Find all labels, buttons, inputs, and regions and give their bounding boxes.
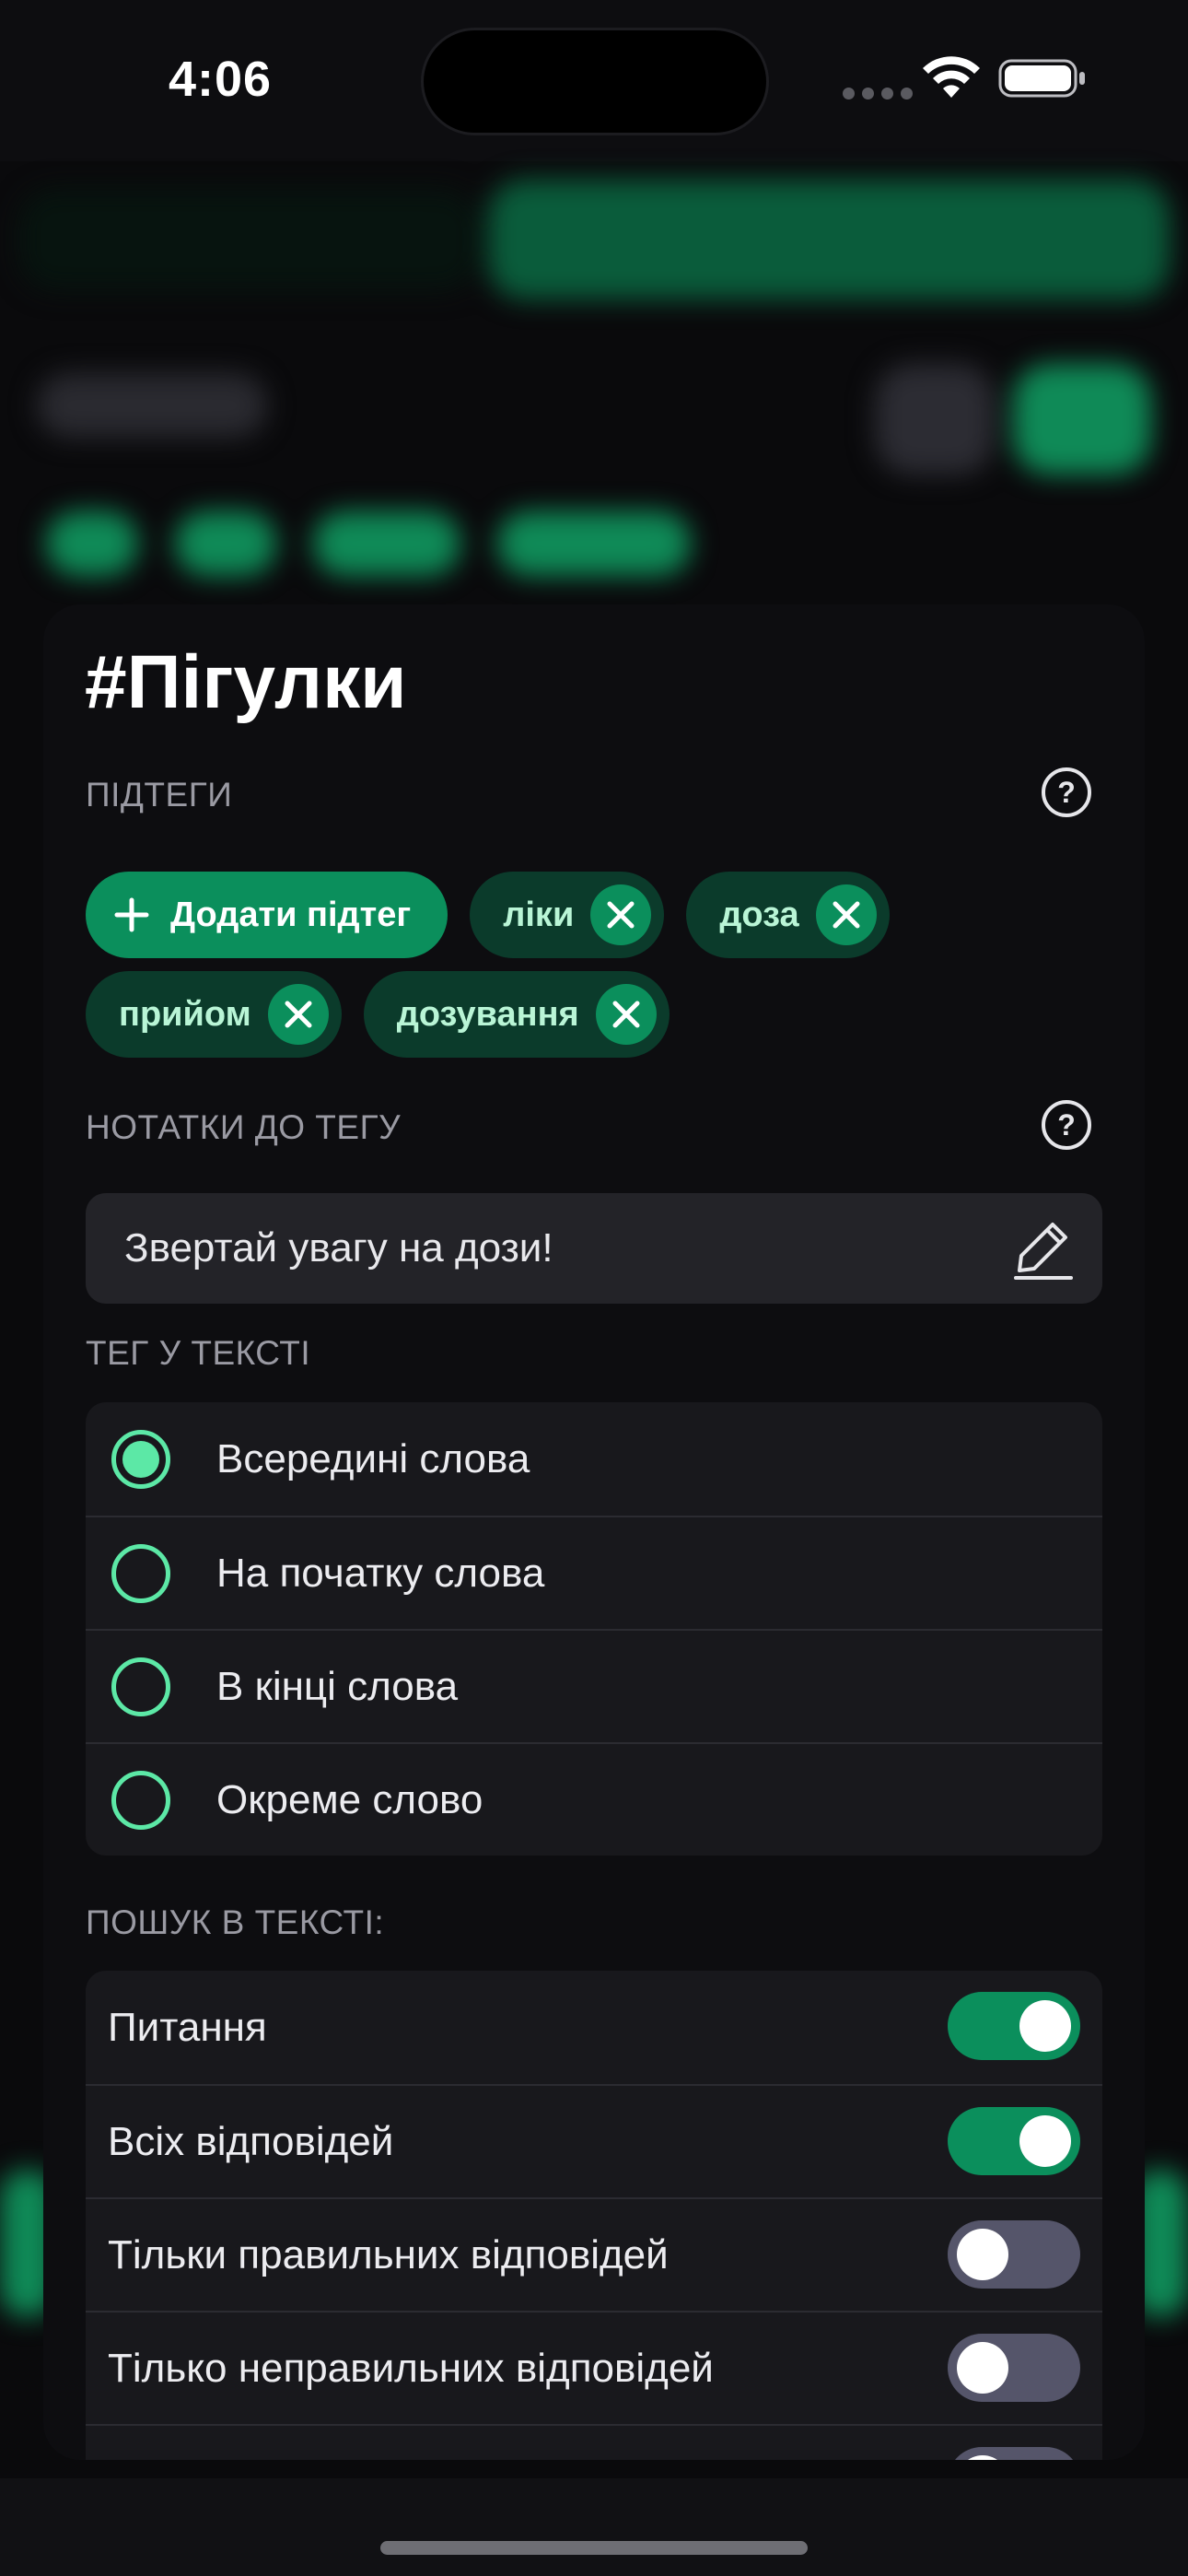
subtags-help-icon[interactable]: ? [1042, 767, 1091, 817]
radio-unselected-icon [111, 1657, 170, 1716]
dynamic-island [421, 28, 769, 135]
subtags-section-label: ПІДТЕГИ [86, 776, 233, 814]
incorrect-answers-toggle[interactable] [948, 2334, 1080, 2402]
wifi-icon [923, 56, 980, 98]
tag-position-option[interactable]: На початку слова [86, 1516, 1102, 1629]
tag-settings-sheet: #Пігулки ПІДТЕГИ ? Додати підтег ліки до… [43, 604, 1145, 2460]
status-bar: 4:06 [0, 0, 1188, 161]
subtag-chip-label: дозування [396, 994, 579, 1034]
radio-unselected-icon [111, 1770, 170, 1830]
subtag-chip[interactable]: прийом [86, 971, 342, 1058]
close-icon [607, 901, 635, 929]
close-icon [285, 1001, 312, 1028]
subtag-chip-label: прийом [119, 994, 251, 1034]
subtag-chip[interactable]: дозування [363, 971, 670, 1058]
close-icon [833, 901, 860, 929]
battery-icon [998, 59, 1085, 98]
remove-subtag-button[interactable] [815, 884, 877, 945]
tag-position-option[interactable]: В кінці слова [86, 1629, 1102, 1742]
remove-subtag-button[interactable] [267, 984, 329, 1045]
toggle-label: Всіх відповідей [108, 2118, 394, 2164]
toggle-label: Тілько неправильних відповідей [108, 2345, 714, 2391]
search-toggle-row: Питання [86, 1971, 1102, 2084]
tag-position-option[interactable]: Всередині слова [86, 1402, 1102, 1516]
toggle-label: Питання [108, 2004, 267, 2050]
subtag-chip-label: ліки [503, 895, 575, 934]
tag-in-text-section-label: ТЕГ У ТЕКСТІ [86, 1334, 311, 1372]
radio-unselected-icon [111, 1543, 170, 1603]
subtag-chip[interactable]: ліки [470, 872, 665, 958]
add-subtag-label: Додати підтег [170, 895, 412, 934]
option-label: Всередині слова [216, 1435, 530, 1481]
search-in-text-section-label: ПОШУК В ТЕКСТІ: [86, 1903, 385, 1941]
sheet-title: #Пігулки [85, 640, 407, 724]
remove-subtag-button[interactable] [590, 884, 652, 945]
search-toggle-row: Тільки правильних відповідей [86, 2197, 1102, 2311]
tag-note-field[interactable]: Звертай увагу на дози! [86, 1193, 1102, 1304]
option-label: Окреме слово [216, 1776, 483, 1822]
bottom-bar [0, 2478, 1188, 2576]
correct-answers-toggle[interactable] [948, 2220, 1080, 2289]
toggle-label: Тільки правильних відповідей [108, 2231, 669, 2277]
remove-subtag-button[interactable] [595, 984, 657, 1045]
close-icon [612, 1001, 640, 1028]
subtag-chip[interactable]: доза [686, 872, 890, 958]
plus-icon [114, 897, 149, 932]
search-toggle-row-partial [86, 2424, 1102, 2460]
search-in-text-list: Питання Всіх відповідей Тільки правильни… [86, 1971, 1102, 2460]
search-toggle-row: Тілько неправильних відповідей [86, 2311, 1102, 2424]
search-toggle-row: Всіх відповідей [86, 2084, 1102, 2197]
option-label: На початку слова [216, 1550, 545, 1596]
notes-help-icon[interactable]: ? [1042, 1100, 1091, 1150]
option-label: В кінці слова [216, 1663, 459, 1709]
questions-toggle[interactable] [948, 1992, 1080, 2060]
tag-position-option[interactable]: Окреме слово [86, 1742, 1102, 1856]
notes-section-label: НОТАТКИ ДО ТЕГУ [86, 1108, 402, 1146]
radio-selected-icon [111, 1429, 170, 1489]
subtag-chips: Додати підтег ліки доза прийом дозування [86, 872, 1099, 1071]
add-subtag-button[interactable]: Додати підтег [86, 872, 448, 958]
tag-note-text: Звертай увагу на дози! [124, 1225, 553, 1270]
pencil-icon[interactable] [1010, 1215, 1077, 1282]
home-indicator[interactable] [380, 2541, 808, 2555]
subtag-chip-label: доза [719, 895, 799, 934]
status-time: 4:06 [169, 52, 273, 107]
all-answers-toggle[interactable] [948, 2107, 1080, 2175]
partial-toggle[interactable] [948, 2447, 1080, 2460]
tag-position-list: Всередині слова На початку слова В кінці… [86, 1402, 1102, 1856]
cellular-signal-icon [843, 88, 913, 100]
